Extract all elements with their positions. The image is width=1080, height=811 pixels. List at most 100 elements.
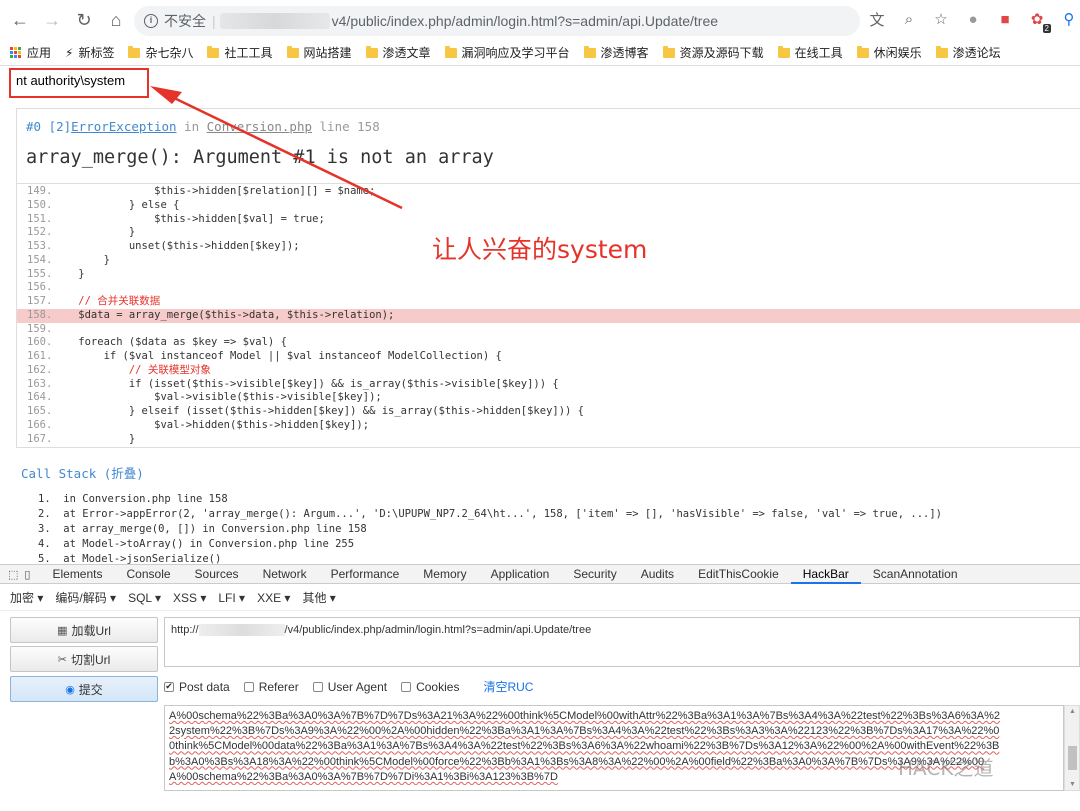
folder-icon — [207, 45, 220, 58]
line-source: // 关联模型对象 — [53, 363, 211, 376]
devtools-tab[interactable]: Audits — [629, 565, 686, 584]
load-url-label: 加载Url — [71, 623, 111, 638]
split-url-button[interactable]: ✂ 切割Url — [10, 646, 158, 672]
load-url-button[interactable]: ▦ 加载Url — [10, 617, 158, 643]
post-scrollbar[interactable]: ▲ ▼ — [1064, 705, 1080, 791]
bookmark-label: 杂七杂八 — [145, 46, 194, 60]
home-icon[interactable]: ⌂ — [100, 4, 132, 36]
submit-button[interactable]: ◉ 提交 — [10, 676, 158, 702]
folder-icon — [444, 45, 457, 58]
location-pin-icon[interactable]: ⚲ — [1058, 8, 1080, 30]
devtools-tab[interactable]: ScanAnnotation — [861, 565, 970, 584]
code-line: 157. // 合并关联数据 — [17, 295, 1080, 309]
devtools-tab[interactable]: EditThisCookie — [686, 565, 791, 584]
extension-circle-icon[interactable]: ● — [962, 8, 984, 30]
post-data-line: A%00schema%22%3Ba%3A0%3A%7B%7D%7Ds%3A21%… — [169, 710, 1000, 722]
hackbar-menu-item[interactable]: 其他 ▾ — [302, 589, 335, 606]
checkbox-icon[interactable] — [243, 681, 254, 692]
devtools-tab[interactable]: Performance — [319, 565, 412, 584]
checkbox-checked-icon[interactable]: ✔ — [164, 681, 174, 692]
line-number: 161. — [27, 350, 53, 362]
bookmark-item[interactable]: 资源及源码下载 — [662, 44, 764, 61]
bookmark-label: 社工工具 — [224, 46, 273, 60]
error-line: line 158 — [319, 119, 380, 134]
devtools-tab[interactable]: Application — [479, 565, 562, 584]
bookmark-label: 应用 — [27, 46, 52, 60]
hackbar-menu-item[interactable]: XXE ▾ — [257, 591, 290, 605]
line-number: 158. — [27, 308, 53, 321]
exception-link[interactable]: ErrorException — [71, 119, 176, 134]
devtools-tab[interactable]: Memory — [411, 565, 478, 584]
extension-badge-icon[interactable]: ✿ 2 — [1026, 8, 1051, 33]
line-number: 151. — [27, 212, 53, 225]
error-file-link[interactable]: Conversion.php — [207, 119, 312, 134]
call-stack-title[interactable]: Call Stack (折叠) — [21, 463, 144, 482]
browser-toolbar: ← → ↻ ⌂ i 不安全 | v4/public/index.php/admi… — [0, 0, 1080, 40]
bookmark-item[interactable]: 渗透文章 — [365, 44, 431, 61]
bookmark-item[interactable]: 漏洞响应及学习平台 — [444, 44, 570, 61]
hackbar-menu-item[interactable]: 加密 ▾ — [10, 589, 43, 606]
bookmark-item[interactable]: 网站搭建 — [286, 44, 352, 61]
bookmark-item[interactable]: 渗透论坛 — [935, 44, 1001, 61]
url-input[interactable]: http:// /v4/public/index.php/admin/login.… — [164, 617, 1080, 667]
bookmark-item[interactable]: 应用 — [10, 44, 51, 61]
stack-frame: 2. at Error->appError(2, 'array_merge():… — [38, 508, 942, 520]
zoom-icon[interactable]: ⌕ — [898, 8, 920, 30]
code-line: 155. } — [17, 268, 1080, 282]
reload-icon[interactable]: ↻ — [68, 4, 100, 36]
option-checkbox[interactable]: Referer — [243, 680, 299, 694]
code-line: 163. if (isset($this->visible[$key]) && … — [17, 378, 1080, 392]
bookmark-item[interactable]: 杂七杂八 — [128, 44, 193, 61]
devtools-tab[interactable]: Sources — [183, 565, 251, 584]
hackbar-menu-item[interactable]: SQL ▾ — [128, 591, 161, 605]
code-line: 161. if ($val instanceof Model || $val i… — [17, 350, 1080, 364]
scroll-thumb[interactable] — [1068, 746, 1077, 770]
command-output: nt authority\system — [16, 73, 126, 88]
bookmark-item[interactable]: 社工工具 — [207, 44, 273, 61]
translate-icon[interactable]: 文 — [866, 8, 888, 30]
device-toolbar-icon[interactable]: ▯ — [24, 568, 30, 581]
option-checkbox[interactable]: User Agent — [312, 680, 387, 694]
error-subtitle: #0 [2]ErrorException in Conversion.php l… — [26, 119, 380, 134]
folder-icon — [128, 45, 141, 58]
hackbar-menu-item[interactable]: 编码/解码 ▾ — [55, 589, 116, 606]
scroll-up-icon[interactable]: ▲ — [1069, 708, 1076, 715]
bookmark-label: 新标签 — [78, 46, 115, 60]
bookmark-item[interactable]: 在线工具 — [777, 44, 843, 61]
back-icon[interactable]: ← — [4, 4, 36, 36]
hackbar-menu-item[interactable]: LFI ▾ — [218, 591, 245, 605]
apps-icon — [10, 46, 22, 59]
option-checkbox[interactable]: ✔ Post data — [164, 680, 230, 694]
submit-label: 提交 — [78, 682, 103, 697]
forward-icon[interactable]: → — [36, 4, 68, 36]
hackbar-options: ✔ Post data Referer User Agent Cookies 清空RUC — [164, 678, 533, 695]
bookmark-star-icon[interactable]: ☆ — [930, 8, 952, 30]
hackbar-menu-item[interactable]: XSS ▾ — [173, 591, 206, 605]
inspect-icon[interactable]: ⬚ — [8, 568, 18, 581]
info-icon[interactable]: i — [144, 14, 158, 28]
option-checkbox[interactable]: Cookies — [401, 680, 459, 694]
devtools-tab[interactable]: Network — [251, 565, 319, 584]
address-bar[interactable]: i 不安全 | v4/public/index.php/admin/login.… — [134, 6, 860, 36]
line-number: 160. — [27, 336, 53, 349]
code-line: 160. foreach ($data as $key => $val) { — [17, 336, 1080, 350]
checkbox-icon[interactable] — [401, 681, 412, 692]
line-source: } else { — [53, 198, 180, 211]
bookmark-label: 渗透文章 — [382, 46, 431, 60]
devtools-tab[interactable]: HackBar — [790, 565, 861, 584]
extension-dice-icon[interactable]: ■ — [994, 8, 1016, 30]
bookmark-item[interactable]: 休闲娱乐 — [856, 44, 922, 61]
line-number: 155. — [27, 267, 53, 280]
code-line: 162. // 关联模型对象 — [17, 364, 1080, 378]
scroll-down-icon[interactable]: ▼ — [1069, 781, 1076, 788]
devtools-tab[interactable]: Security — [561, 565, 628, 584]
clear-button[interactable]: 清空RUC — [483, 678, 533, 695]
checkbox-icon[interactable] — [312, 681, 323, 692]
devtools-tab[interactable]: Elements — [40, 565, 114, 584]
bookmark-item[interactable]: 渗透博客 — [583, 44, 649, 61]
line-source — [53, 323, 1080, 337]
bookmark-item[interactable]: ⚡ 新标签 — [65, 44, 114, 61]
devtools-tab[interactable]: Console — [115, 565, 183, 584]
line-source: } — [53, 267, 85, 280]
url-prefix: http:// — [171, 624, 199, 636]
